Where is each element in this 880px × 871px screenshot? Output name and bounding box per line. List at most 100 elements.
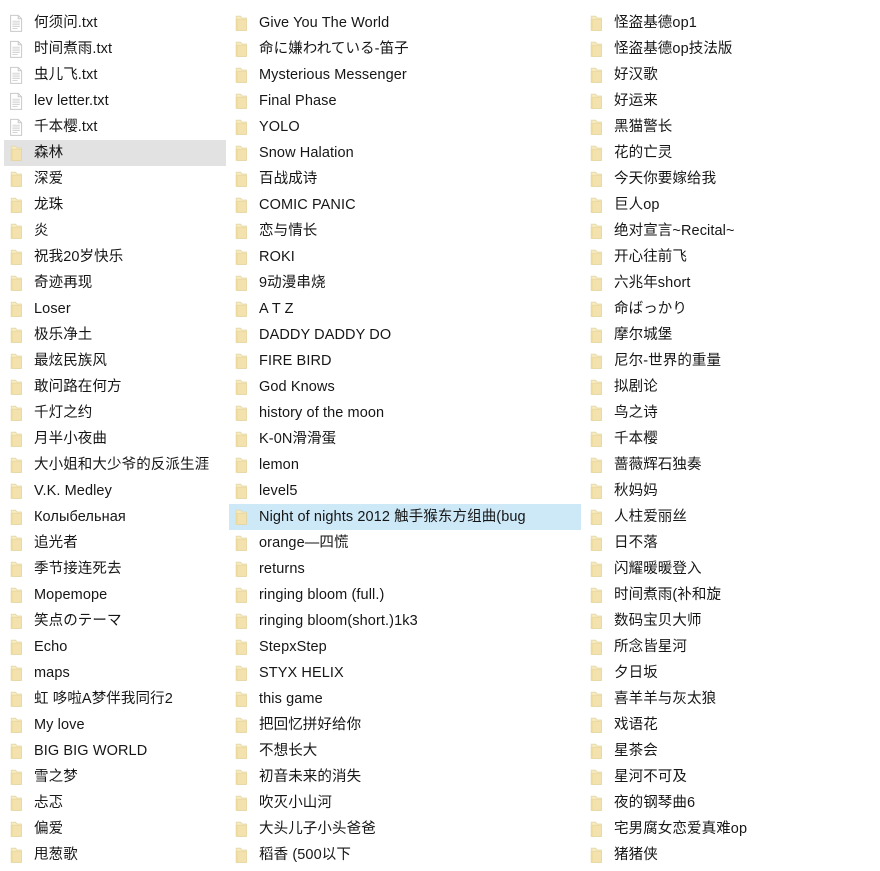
folder-row[interactable]: level5 <box>229 478 581 504</box>
folder-row[interactable]: 祝我20岁快乐 <box>4 244 226 270</box>
folder-row[interactable]: 时间煮雨(补和旋 <box>584 582 878 608</box>
file-row[interactable]: 何须问.txt <box>4 10 226 36</box>
folder-row[interactable]: 怪盗基德op技法版 <box>584 36 878 62</box>
folder-row[interactable]: Final Phase <box>229 88 581 114</box>
folder-row[interactable]: ROKI <box>229 244 581 270</box>
folder-row[interactable]: 追光者 <box>4 530 226 556</box>
folder-row[interactable]: 龙珠 <box>4 192 226 218</box>
folder-row[interactable]: 吹灭小山河 <box>229 790 581 816</box>
folder-row[interactable]: Snow Halation <box>229 140 581 166</box>
folder-row[interactable]: 数码宝贝大师 <box>584 608 878 634</box>
folder-row[interactable]: 所念皆星河 <box>584 634 878 660</box>
folder-row[interactable]: ringing bloom (full.) <box>229 582 581 608</box>
folder-row[interactable]: 月半小夜曲 <box>4 426 226 452</box>
folder-row[interactable]: 拟剧论 <box>584 374 878 400</box>
folder-row[interactable]: 花的亡灵 <box>584 140 878 166</box>
folder-row[interactable]: history of the moon <box>229 400 581 426</box>
folder-row[interactable]: Колыбельная <box>4 504 226 530</box>
folder-row[interactable]: 摩尔城堡 <box>584 322 878 348</box>
folder-row[interactable]: 宅男腐女恋爱真难op <box>584 816 878 842</box>
folder-row[interactable]: 大小姐和大少爷的反派生涯 <box>4 452 226 478</box>
folder-row[interactable]: Mopemope <box>4 582 226 608</box>
folder-row[interactable]: 闪耀暖暖登入 <box>584 556 878 582</box>
folder-row[interactable]: 命に嫌われている-笛子 <box>229 36 581 62</box>
folder-row[interactable]: 命ばっかり <box>584 296 878 322</box>
folder-row[interactable]: 不想长大 <box>229 738 581 764</box>
folder-row[interactable]: orange—四慌 <box>229 530 581 556</box>
folder-row[interactable]: 开心往前飞 <box>584 244 878 270</box>
folder-row[interactable]: 今天你要嫁给我 <box>584 166 878 192</box>
folder-row[interactable]: 百战成诗 <box>229 166 581 192</box>
folder-row[interactable]: COMIC PANIC <box>229 192 581 218</box>
folder-row[interactable]: 恋与情长 <box>229 218 581 244</box>
folder-row[interactable]: 季节接连死去 <box>4 556 226 582</box>
folder-icon <box>588 300 605 319</box>
folder-row[interactable]: FIRE BIRD <box>229 348 581 374</box>
folder-row[interactable]: 最炫民族风 <box>4 348 226 374</box>
folder-row[interactable]: 尼尔-世界的重量 <box>584 348 878 374</box>
folder-row[interactable]: maps <box>4 660 226 686</box>
folder-row[interactable]: 绝对宣言~Recital~ <box>584 218 878 244</box>
folder-row[interactable]: lemon <box>229 452 581 478</box>
folder-row[interactable]: 深爱 <box>4 166 226 192</box>
folder-row[interactable]: 稻香 (500以下 <box>229 842 581 868</box>
folder-row[interactable]: STYX HELIX <box>229 660 581 686</box>
folder-row[interactable]: this game <box>229 686 581 712</box>
folder-row[interactable]: StepxStep <box>229 634 581 660</box>
file-row[interactable]: lev letter.txt <box>4 88 226 114</box>
folder-row[interactable]: DADDY DADDY DO <box>229 322 581 348</box>
folder-row[interactable]: 怪盗基德op1 <box>584 10 878 36</box>
folder-row[interactable]: 9动漫串烧 <box>229 270 581 296</box>
folder-row[interactable]: 忐忑 <box>4 790 226 816</box>
folder-row[interactable]: 猪猪侠 <box>584 842 878 868</box>
folder-row[interactable]: 甩葱歌 <box>4 842 226 868</box>
folder-row[interactable]: Echo <box>4 634 226 660</box>
folder-row[interactable]: Loser <box>4 296 226 322</box>
folder-row[interactable]: 把回忆拼好给你 <box>229 712 581 738</box>
folder-row[interactable]: 笑点のテーマ <box>4 608 226 634</box>
folder-row[interactable]: Give You The World <box>229 10 581 36</box>
folder-row[interactable]: 雪之梦 <box>4 764 226 790</box>
folder-row[interactable]: God Knows <box>229 374 581 400</box>
folder-row[interactable]: 大头儿子小头爸爸 <box>229 816 581 842</box>
folder-row[interactable]: 森林 <box>4 140 226 166</box>
folder-row[interactable]: 日不落 <box>584 530 878 556</box>
folder-row[interactable]: 人柱爱丽丝 <box>584 504 878 530</box>
folder-row[interactable]: 好运来 <box>584 88 878 114</box>
folder-row[interactable]: 千本樱 <box>584 426 878 452</box>
folder-row[interactable]: K-0N滑滑蛋 <box>229 426 581 452</box>
folder-row[interactable]: returns <box>229 556 581 582</box>
folder-row[interactable]: 黑猫警长 <box>584 114 878 140</box>
folder-row[interactable]: 六兆年short <box>584 270 878 296</box>
file-row[interactable]: 千本樱.txt <box>4 114 226 140</box>
folder-row[interactable]: 星河不可及 <box>584 764 878 790</box>
folder-row[interactable]: 初音未来的消失 <box>229 764 581 790</box>
folder-row[interactable]: 鸟之诗 <box>584 400 878 426</box>
folder-row[interactable]: Night of nights 2012 触手猴东方组曲(bug <box>229 504 581 530</box>
folder-row[interactable]: 千灯之约 <box>4 400 226 426</box>
folder-row[interactable]: 巨人op <box>584 192 878 218</box>
folder-row[interactable]: YOLO <box>229 114 581 140</box>
file-row[interactable]: 虫儿飞.txt <box>4 62 226 88</box>
folder-row[interactable]: 夜的钢琴曲6 <box>584 790 878 816</box>
folder-row[interactable]: 好汉歌 <box>584 62 878 88</box>
folder-row[interactable]: 虹 哆啦A梦伴我同行2 <box>4 686 226 712</box>
folder-row[interactable]: 喜羊羊与灰太狼 <box>584 686 878 712</box>
folder-row[interactable]: 蔷薇辉石独奏 <box>584 452 878 478</box>
folder-row[interactable]: My love <box>4 712 226 738</box>
folder-row[interactable]: A T Z <box>229 296 581 322</box>
folder-row[interactable]: 炎 <box>4 218 226 244</box>
folder-row[interactable]: 敢问路在何方 <box>4 374 226 400</box>
folder-row[interactable]: 秋妈妈 <box>584 478 878 504</box>
folder-row[interactable]: 星茶会 <box>584 738 878 764</box>
folder-row[interactable]: 极乐净土 <box>4 322 226 348</box>
folder-row[interactable]: Mysterious Messenger <box>229 62 581 88</box>
folder-row[interactable]: BIG BIG WORLD <box>4 738 226 764</box>
folder-row[interactable]: 戏语花 <box>584 712 878 738</box>
folder-row[interactable]: 夕日坂 <box>584 660 878 686</box>
folder-row[interactable]: ringing bloom(short.)1k3 <box>229 608 581 634</box>
folder-row[interactable]: 偏爱 <box>4 816 226 842</box>
file-row[interactable]: 时间煮雨.txt <box>4 36 226 62</box>
folder-row[interactable]: V.K. Medley <box>4 478 226 504</box>
folder-row[interactable]: 奇迹再现 <box>4 270 226 296</box>
